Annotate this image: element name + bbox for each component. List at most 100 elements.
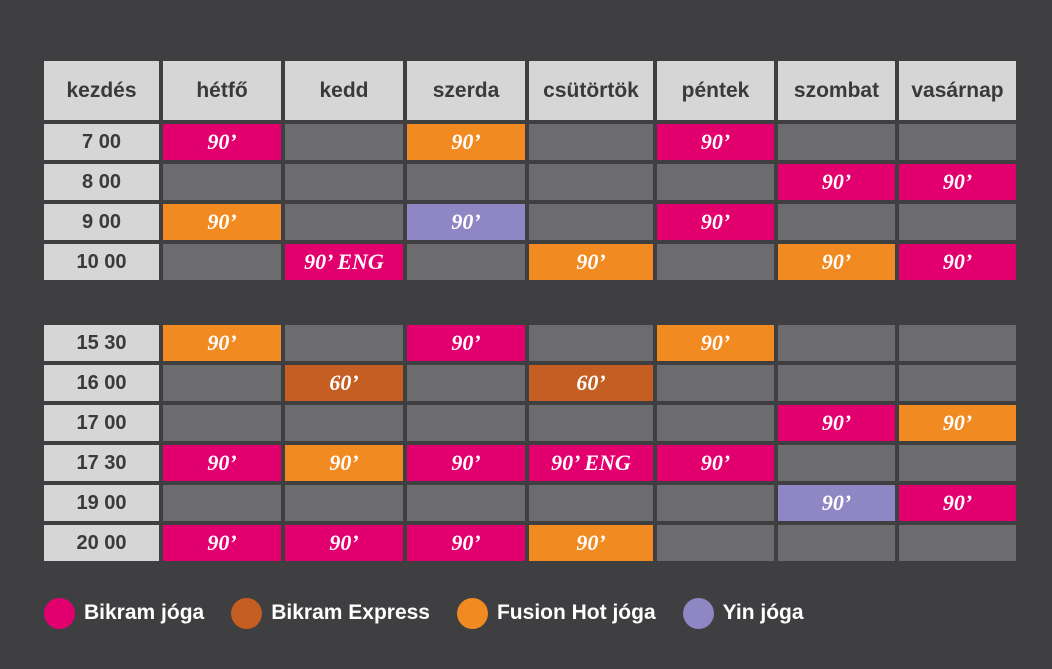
empty-slot-friday (657, 405, 774, 441)
class-slot-sunday[interactable]: 90’ (899, 405, 1016, 441)
empty-slot-sunday (899, 445, 1016, 481)
empty-slot-friday (657, 525, 774, 561)
empty-slot-tuesday (285, 325, 403, 361)
class-slot-thursday[interactable]: 90’ ENG (529, 445, 653, 481)
empty-slot-tuesday (285, 405, 403, 441)
empty-slot-sunday (899, 204, 1016, 240)
empty-slot-monday (163, 485, 281, 521)
empty-slot-thursday (529, 405, 653, 441)
class-slot-monday[interactable]: 90’ (163, 204, 281, 240)
empty-slot-friday (657, 485, 774, 521)
class-slot-saturday[interactable]: 90’ (778, 244, 895, 280)
class-slot-friday[interactable]: 90’ (657, 124, 774, 160)
class-slot-monday[interactable]: 90’ (163, 525, 281, 561)
class-slot-wednesday[interactable]: 90’ (407, 325, 525, 361)
empty-slot-saturday (778, 124, 895, 160)
empty-slot-monday (163, 244, 281, 280)
time-cell: 17 30 (44, 445, 159, 481)
empty-slot-sunday (899, 365, 1016, 401)
empty-slot-wednesday (407, 244, 525, 280)
class-slot-friday[interactable]: 90’ (657, 204, 774, 240)
legend-swatch-icon (682, 597, 714, 629)
empty-slot-saturday (778, 445, 895, 481)
class-slot-tuesday[interactable]: 90’ ENG (285, 244, 403, 280)
class-slot-friday[interactable]: 90’ (657, 445, 774, 481)
empty-slot-tuesday (285, 204, 403, 240)
class-slot-wednesday[interactable]: 90’ (407, 445, 525, 481)
header-start-time: kezdés (44, 61, 159, 120)
empty-slot-thursday (529, 124, 653, 160)
header-day-friday: péntek (657, 61, 774, 120)
legend-swatch-icon (44, 597, 75, 629)
legend-label: Fusion Hot jóga (496, 601, 656, 624)
legend-item: Fusion Hot jóga (456, 597, 656, 629)
time-cell: 10 00 (44, 244, 159, 280)
empty-slot-saturday (778, 204, 895, 240)
class-slot-thursday[interactable]: 60’ (529, 365, 653, 401)
class-slot-monday[interactable]: 90’ (163, 124, 281, 160)
class-slot-friday[interactable]: 90’ (657, 325, 774, 361)
legend-label: Yin jóga (722, 601, 804, 624)
empty-slot-saturday (778, 365, 895, 401)
legend-swatch-icon (231, 597, 263, 629)
empty-slot-tuesday (285, 164, 403, 200)
empty-slot-monday (163, 164, 281, 200)
empty-slot-thursday (529, 485, 653, 521)
time-cell: 15 30 (44, 325, 159, 361)
empty-slot-tuesday (285, 124, 403, 160)
time-cell: 20 00 (44, 525, 159, 561)
class-slot-thursday[interactable]: 90’ (529, 244, 653, 280)
class-slot-sunday[interactable]: 90’ (899, 485, 1016, 521)
header-day-wednesday: szerda (407, 61, 525, 120)
class-slot-saturday[interactable]: 90’ (778, 485, 895, 521)
empty-slot-thursday (529, 204, 653, 240)
empty-slot-sunday (899, 124, 1016, 160)
empty-slot-sunday (899, 325, 1016, 361)
time-cell: 19 00 (44, 485, 159, 521)
header-day-thursday: csütörtök (529, 61, 653, 120)
time-cell: 8 00 (44, 164, 159, 200)
empty-slot-friday (657, 244, 774, 280)
empty-slot-wednesday (407, 405, 525, 441)
empty-slot-thursday (529, 325, 653, 361)
legend-label: Bikram Express (271, 601, 430, 624)
class-slot-thursday[interactable]: 90’ (529, 525, 653, 561)
legend-item: Bikram Express (231, 597, 430, 629)
empty-slot-wednesday (407, 164, 525, 200)
class-slot-wednesday[interactable]: 90’ (407, 204, 525, 240)
class-slot-sunday[interactable]: 90’ (899, 244, 1016, 280)
empty-slot-saturday (778, 325, 895, 361)
legend-item: Yin jóga (682, 597, 804, 629)
empty-slot-monday (163, 365, 281, 401)
class-slot-wednesday[interactable]: 90’ (407, 124, 525, 160)
header-day-monday: hétfő (163, 61, 281, 120)
header-day-tuesday: kedd (285, 61, 403, 120)
schedule-table: kezdés hétfő kedd szerda csütörtök péntek szom… (44, 61, 1016, 565)
class-slot-saturday[interactable]: 90’ (778, 164, 895, 200)
empty-slot-monday (163, 405, 281, 441)
legend: Bikram jóga Bikram Express Fusion Hot jóga… (44, 597, 831, 629)
class-slot-tuesday[interactable]: 60’ (285, 365, 403, 401)
time-cell: 17 00 (44, 405, 159, 441)
class-slot-wednesday[interactable]: 90’ (407, 525, 525, 561)
legend-item: Bikram jóga (44, 597, 204, 629)
time-cell: 9 00 (44, 204, 159, 240)
empty-slot-wednesday (407, 485, 525, 521)
empty-slot-tuesday (285, 485, 403, 521)
empty-slot-sunday (899, 525, 1016, 561)
class-slot-monday[interactable]: 90’ (163, 325, 281, 361)
class-slot-tuesday[interactable]: 90’ (285, 445, 403, 481)
class-slot-saturday[interactable]: 90’ (778, 405, 895, 441)
class-slot-monday[interactable]: 90’ (163, 445, 281, 481)
empty-slot-friday (657, 164, 774, 200)
empty-slot-saturday (778, 525, 895, 561)
class-slot-sunday[interactable]: 90’ (899, 164, 1016, 200)
class-slot-tuesday[interactable]: 90’ (285, 525, 403, 561)
time-cell: 7 00 (44, 124, 159, 160)
header-day-sunday: vasárnap (899, 61, 1016, 120)
empty-slot-wednesday (407, 365, 525, 401)
empty-slot-friday (657, 365, 774, 401)
header-day-saturday: szombat (778, 61, 895, 120)
legend-swatch-icon (456, 597, 488, 629)
